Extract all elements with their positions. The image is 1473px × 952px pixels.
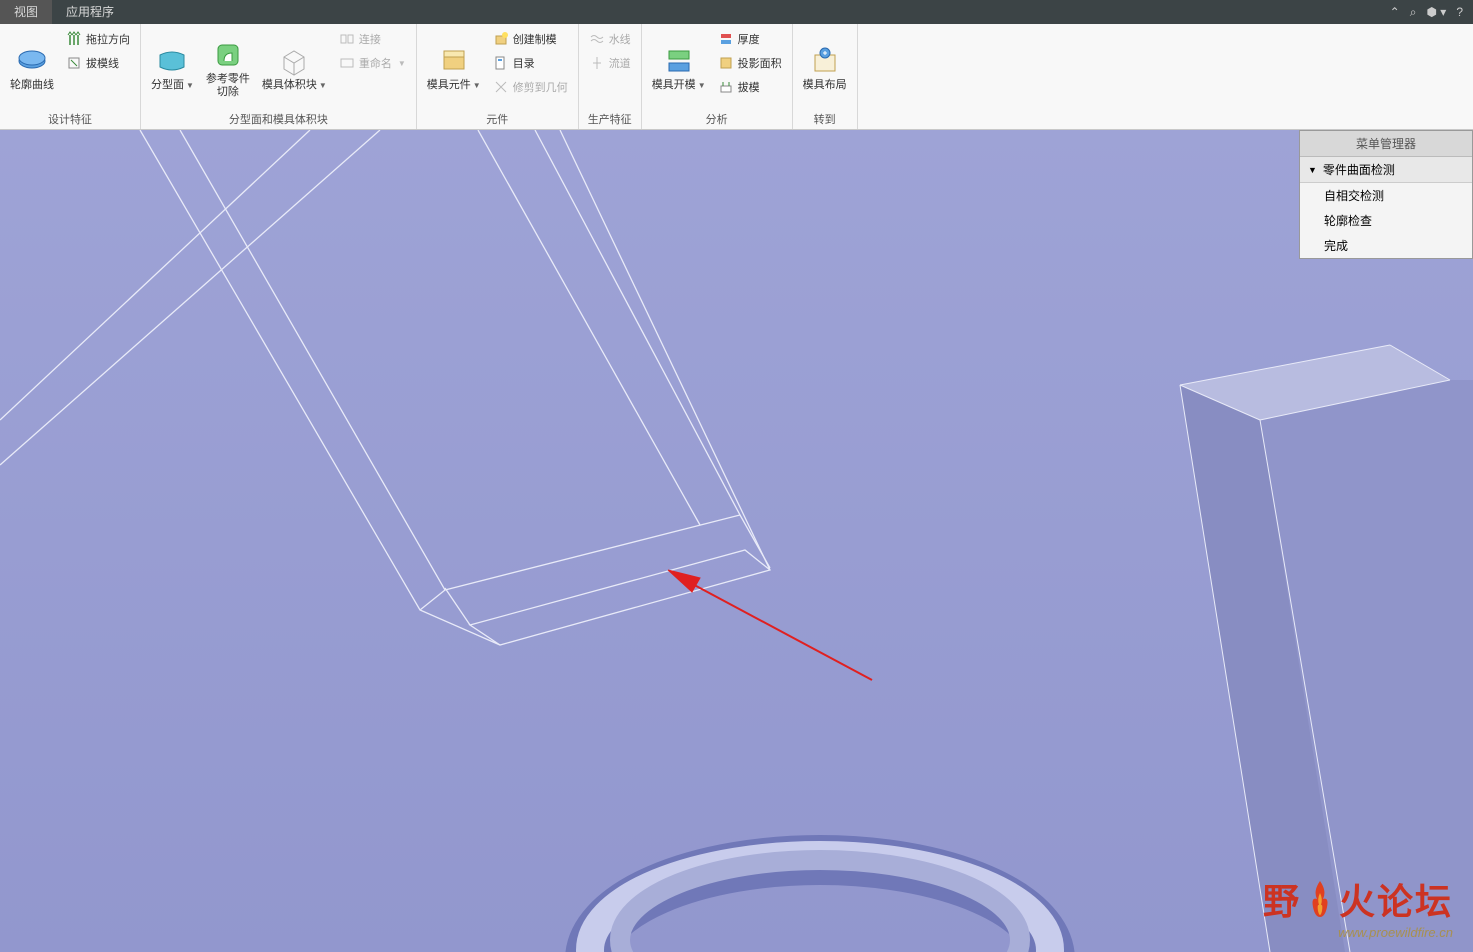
refpart-icon bbox=[212, 39, 244, 71]
water-icon bbox=[589, 31, 605, 47]
menu-item-contour-check[interactable]: 轮廓检查 bbox=[1300, 208, 1472, 233]
watermark: 野 火论坛 www.proewildfire.cn bbox=[1263, 873, 1453, 940]
pull-icon bbox=[66, 31, 82, 47]
draft-icon bbox=[66, 55, 82, 71]
help-icon[interactable]: ? bbox=[1456, 5, 1463, 19]
chevron-down-icon: ▼ bbox=[698, 81, 706, 90]
menubar-right: ⌃ ⌕ ⬢ ▾ ? bbox=[1390, 5, 1473, 20]
group-parting: 分型面▼ 参考零件 切除 模具体积块▼ 连接 重命名▼ 分型 bbox=[141, 24, 417, 129]
thickness-icon bbox=[718, 31, 734, 47]
group-production: 水线 流道 生产特征 bbox=[579, 24, 642, 129]
layout-label: 模具布局 bbox=[803, 79, 847, 92]
menu-view[interactable]: 视图 bbox=[0, 0, 52, 24]
pull-label: 拖拉方向 bbox=[86, 31, 130, 47]
projection-icon bbox=[718, 55, 734, 71]
rename-icon bbox=[339, 55, 355, 71]
chevron-down-icon: ▼ bbox=[186, 81, 194, 90]
menu-manager-panel: 菜单管理器 ▼ 零件曲面检测 自相交检测 轮廓检查 完成 bbox=[1299, 130, 1473, 259]
watermark-url: www.proewildfire.cn bbox=[1263, 925, 1453, 940]
annotation-arrow bbox=[668, 570, 872, 680]
search-icon[interactable]: ⌕ bbox=[1410, 5, 1417, 20]
contour-label: 轮廓曲线 bbox=[10, 79, 54, 92]
mold-component-button[interactable]: 模具元件▼ bbox=[423, 28, 485, 109]
group-design-feature: 轮廓曲线 拖拉方向 拔模线 设计特征 bbox=[0, 24, 141, 129]
group-label-goto: 转到 bbox=[799, 109, 851, 127]
menu-application[interactable]: 应用程序 bbox=[52, 0, 128, 24]
rename-button: 重命名▼ bbox=[335, 52, 410, 74]
chevron-up-icon[interactable]: ⌃ bbox=[1390, 5, 1400, 19]
group-label-design: 设计特征 bbox=[6, 109, 134, 127]
moldcomp-icon bbox=[438, 45, 470, 77]
viewport-3d[interactable] bbox=[0, 130, 1473, 952]
mold-open-button[interactable]: 模具开模▼ bbox=[648, 28, 710, 109]
connect-icon bbox=[339, 31, 355, 47]
trim-button: 修剪到几何 bbox=[489, 76, 572, 98]
runner-button: 流道 bbox=[585, 52, 635, 74]
draft-label: 拔模线 bbox=[86, 55, 119, 71]
chevron-down-icon: ▼ bbox=[473, 81, 481, 90]
menu-item-self-intersect[interactable]: 自相交检测 bbox=[1300, 183, 1472, 208]
runner-icon bbox=[589, 55, 605, 71]
parting-surface-button[interactable]: 分型面▼ bbox=[147, 28, 198, 109]
draft-analysis-button[interactable]: 拔模 bbox=[714, 76, 786, 98]
thickness-button[interactable]: 厚度 bbox=[714, 28, 786, 50]
group-component: 模具元件▼ 创建制模 目录 修剪到几何 元件 bbox=[417, 24, 579, 129]
contour-icon bbox=[16, 45, 48, 77]
menubar: 视图 应用程序 ⌃ ⌕ ⬢ ▾ ? bbox=[0, 0, 1473, 24]
layout-icon bbox=[809, 45, 841, 77]
menu-panel-title: 菜单管理器 bbox=[1300, 131, 1472, 157]
chevron-down-icon: ▼ bbox=[319, 81, 327, 90]
group-analysis: 模具开模▼ 厚度 投影面积 拔模 分析 bbox=[642, 24, 793, 129]
projection-area-button[interactable]: 投影面积 bbox=[714, 52, 786, 74]
watermark-logo: 野 火论坛 bbox=[1263, 873, 1453, 925]
model-wireframe bbox=[0, 130, 1473, 952]
group-label-component: 元件 bbox=[423, 109, 572, 127]
refpart-label: 参考零件 切除 bbox=[206, 73, 250, 99]
contour-curve-button[interactable]: 轮廓曲线 bbox=[6, 28, 58, 109]
parting-icon bbox=[156, 45, 188, 77]
group-label-parting: 分型面和模具体积块 bbox=[147, 109, 410, 127]
group-goto: 模具布局 转到 bbox=[793, 24, 858, 129]
create-icon bbox=[493, 31, 509, 47]
chevron-down-icon: ▼ bbox=[1308, 165, 1317, 175]
volume-icon bbox=[278, 45, 310, 77]
ribbon: 轮廓曲线 拖拉方向 拔模线 设计特征 分型面▼ bbox=[0, 24, 1473, 130]
menu-panel-header[interactable]: ▼ 零件曲面检测 bbox=[1300, 157, 1472, 183]
group-label-production: 生产特征 bbox=[585, 109, 635, 127]
group-label-analysis: 分析 bbox=[648, 109, 786, 127]
moldopen-icon bbox=[663, 45, 695, 77]
mold-layout-button[interactable]: 模具布局 bbox=[799, 28, 851, 109]
trim-icon bbox=[493, 79, 509, 95]
catalog-button[interactable]: 目录 bbox=[489, 52, 572, 74]
draftan-icon bbox=[718, 79, 734, 95]
waterline-button: 水线 bbox=[585, 28, 635, 50]
create-mold-button[interactable]: 创建制模 bbox=[489, 28, 572, 50]
mold-volume-button[interactable]: 模具体积块▼ bbox=[258, 28, 331, 109]
pull-direction-button[interactable]: 拖拉方向 bbox=[62, 28, 134, 50]
graduation-icon[interactable]: ⬢ ▾ bbox=[1426, 5, 1446, 19]
draft-line-button[interactable]: 拔模线 bbox=[62, 52, 134, 74]
connect-button: 连接 bbox=[335, 28, 410, 50]
menu-item-done[interactable]: 完成 bbox=[1300, 233, 1472, 258]
ref-part-cut-button[interactable]: 参考零件 切除 bbox=[202, 28, 254, 109]
catalog-icon bbox=[493, 55, 509, 71]
flame-icon bbox=[1305, 879, 1335, 919]
